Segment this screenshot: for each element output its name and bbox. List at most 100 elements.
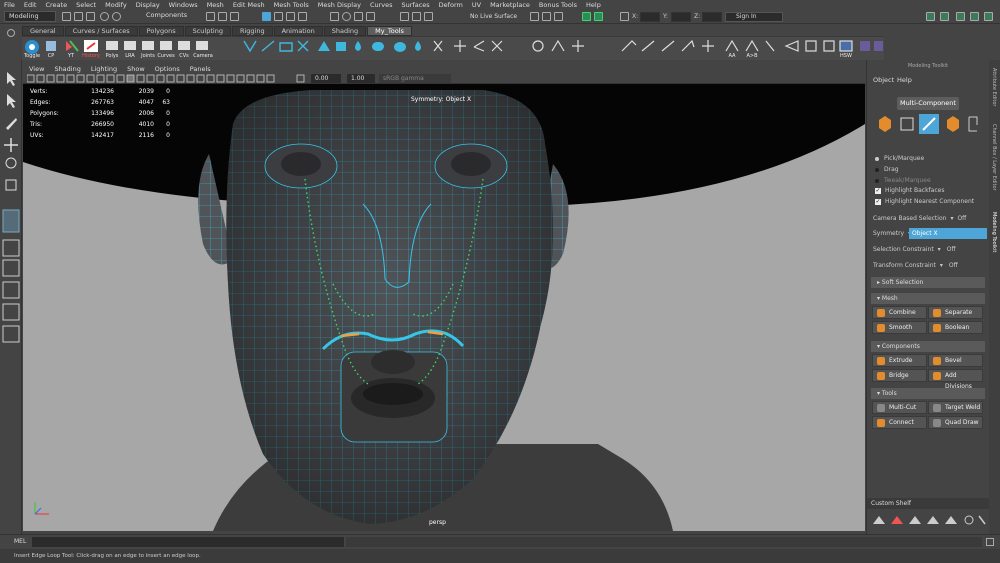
grid-icon[interactable] (805, 40, 817, 52)
shelf-tab-animation[interactable]: Animation (273, 26, 323, 36)
wave-icon[interactable] (681, 39, 695, 52)
selection-constraint-chevron-icon[interactable]: ▾ (938, 246, 941, 253)
redo-icon[interactable] (112, 12, 121, 21)
combine-button[interactable]: Combine (872, 306, 927, 319)
camera-attr-icon[interactable] (27, 74, 35, 83)
menu-windows[interactable]: Windows (169, 1, 198, 9)
bend-icon[interactable] (641, 40, 655, 52)
soft-selection-section[interactable]: ▸ Soft Selection (871, 277, 985, 288)
channel-box-tab[interactable]: Channel Box / Layer Editor (991, 124, 997, 191)
pick-marquee-radio[interactable] (875, 156, 879, 161)
right-eyelid[interactable] (451, 152, 491, 176)
mesh-section[interactable]: ▾ Mesh (871, 293, 985, 304)
shelf-tab-shading[interactable]: Shading (323, 26, 367, 36)
color-space-dropdown[interactable]: sRGB gamma (379, 74, 451, 83)
tool-settings-toggle-icon[interactable] (956, 12, 965, 21)
script-editor-icon[interactable] (986, 538, 994, 546)
attribute-editor-tab[interactable]: Attribute Editor (991, 68, 997, 106)
backface-icon[interactable] (256, 74, 265, 83)
menu-edit-mesh[interactable]: Edit Mesh (233, 1, 265, 9)
bridge-button[interactable]: Bridge (872, 369, 927, 382)
custom-tool-6-icon[interactable] (964, 515, 974, 525)
wireframe-on-shaded-icon[interactable] (146, 74, 155, 83)
select-uv-icon[interactable] (298, 12, 307, 21)
menu-marketplace[interactable]: Marketplace (490, 1, 530, 9)
separate-button[interactable]: Separate (928, 306, 983, 319)
joints-icon[interactable] (142, 41, 154, 50)
object-mode-icon[interactable] (879, 116, 891, 132)
select-tool-icon[interactable] (7, 72, 16, 86)
tools-section[interactable]: ▾ Tools (871, 388, 985, 399)
left-eyelid[interactable] (281, 152, 321, 176)
shelf-tab-general[interactable]: General (22, 26, 64, 36)
ambient-occlusion-icon[interactable] (186, 74, 195, 83)
input-output-icon[interactable] (412, 12, 421, 21)
ipr-render-icon[interactable] (542, 12, 551, 21)
save-scene-icon[interactable] (86, 12, 95, 21)
snap-point-icon[interactable] (354, 12, 363, 21)
exposure-field[interactable]: 0.00 (311, 74, 341, 83)
angle-icon[interactable] (473, 40, 485, 52)
construction-history-icon[interactable] (424, 12, 433, 21)
multi-cut-button[interactable]: Multi-Cut (872, 401, 927, 414)
gamma-field[interactable]: 1.00 (347, 74, 375, 83)
mel-input[interactable] (32, 537, 344, 547)
purple-tool2-icon[interactable] (874, 41, 883, 51)
toolkit-menu-object[interactable]: Object (873, 76, 894, 84)
select-edge-icon[interactable] (274, 12, 283, 21)
hypershade-layout-icon[interactable] (2, 303, 20, 321)
shelf-tab-sculpting[interactable]: Sculpting (184, 26, 231, 36)
aa-icon[interactable] (725, 39, 739, 52)
menu-mesh-tools[interactable]: Mesh Tools (274, 1, 309, 9)
grid-toggle-icon[interactable] (56, 74, 65, 83)
xray-icon[interactable] (236, 74, 245, 83)
custom-tool-1-icon[interactable] (873, 516, 885, 524)
selection-mode-dropdown[interactable]: Components (142, 11, 200, 22)
lattice-icon[interactable] (621, 40, 637, 52)
grid2-icon[interactable] (823, 40, 835, 52)
menu-select[interactable]: Select (76, 1, 96, 9)
quad-draw-icon[interactable] (279, 42, 293, 52)
menu-mesh-display[interactable]: Mesh Display (318, 1, 361, 9)
four-view-icon[interactable] (2, 239, 20, 257)
z-field[interactable] (702, 12, 722, 22)
shelf-tab-curves-surfaces[interactable]: Curves / Surfaces (64, 26, 138, 36)
snap-curve-icon[interactable] (342, 12, 351, 21)
target-weld-icon[interactable] (297, 40, 309, 52)
move-icon[interactable] (572, 40, 584, 52)
vertex-mode-icon[interactable] (900, 117, 914, 131)
modeling-toolkit-tab[interactable]: Modeling Toolkit (991, 212, 997, 252)
live-surface-label[interactable]: No Live Surface (470, 13, 517, 20)
uv-mode-icon[interactable] (968, 116, 978, 132)
viewport-menu-shading[interactable]: Shading (54, 65, 80, 73)
hsw-icon[interactable] (839, 40, 853, 52)
cluster-icon[interactable] (702, 40, 714, 52)
viewport-menu-view[interactable]: View (29, 65, 44, 73)
extrude-button[interactable]: Extrude (872, 354, 927, 367)
cube-icon[interactable] (336, 42, 346, 51)
menu-uv[interactable]: UV (472, 1, 481, 9)
edge-loop-icon[interactable] (243, 40, 257, 53)
cp-icon[interactable] (46, 41, 56, 51)
a-to-b-icon[interactable] (745, 39, 759, 52)
sphere-icon[interactable] (394, 42, 406, 52)
highlight-backfaces-checkbox[interactable]: ✓ (875, 187, 881, 194)
custom-tool-2-icon[interactable] (891, 516, 903, 524)
select-hierarchy-icon[interactable] (206, 12, 215, 21)
cylinder-icon[interactable] (372, 42, 384, 51)
channel-box-toggle-icon[interactable] (970, 12, 979, 21)
water-drop-icon[interactable] (415, 41, 421, 51)
hypershade-icon[interactable] (594, 12, 603, 21)
default-material-icon[interactable] (136, 74, 145, 83)
menu-bonus-tools[interactable]: Bonus Tools (539, 1, 577, 9)
bookmark-icon[interactable] (36, 74, 45, 83)
lights-icon[interactable] (166, 74, 175, 83)
face-mode-icon[interactable] (947, 116, 959, 132)
select-face-icon[interactable] (286, 12, 295, 21)
image-plane-icon[interactable] (46, 74, 55, 83)
selection-constraint-value[interactable]: Off (947, 246, 956, 253)
transform-constraint-value[interactable]: Off (949, 262, 958, 269)
transform-constraint-chevron-icon[interactable]: ▾ (940, 262, 943, 269)
menu-curves[interactable]: Curves (370, 1, 393, 9)
pencil-icon[interactable] (765, 40, 775, 52)
